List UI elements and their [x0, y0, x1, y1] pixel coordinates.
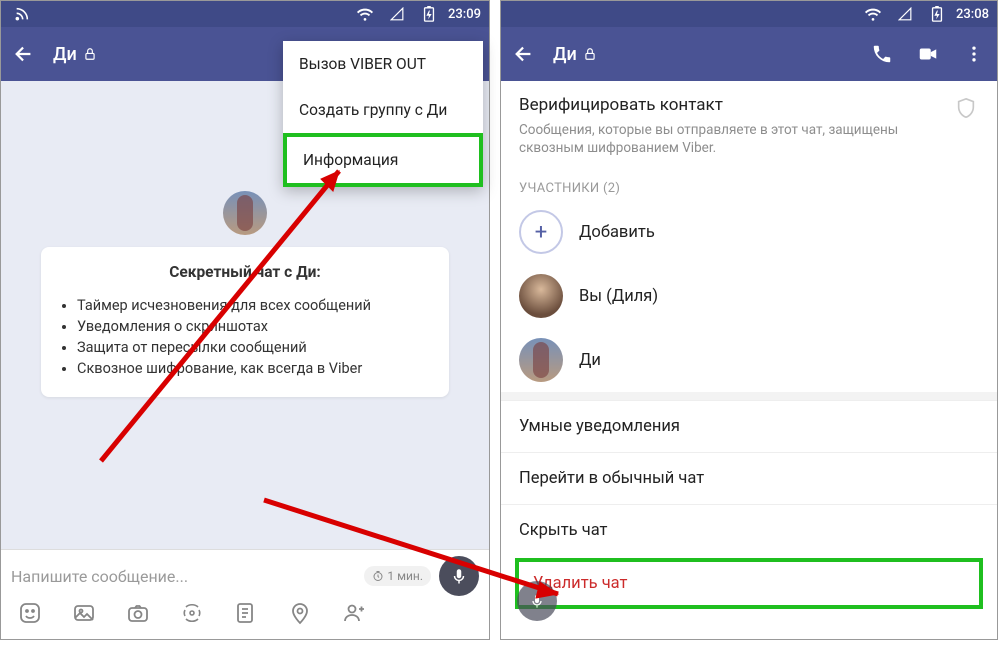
- back-icon[interactable]: [11, 41, 37, 67]
- card-title: Секретный чат с Ди:: [59, 263, 431, 281]
- statusbar: 23:08: [501, 1, 997, 27]
- doodle-icon[interactable]: [233, 600, 259, 626]
- appbar: Ди: [501, 27, 997, 81]
- gallery-icon[interactable]: [71, 600, 97, 626]
- composer-stub: [509, 581, 569, 625]
- overflow-icon[interactable]: [961, 41, 987, 67]
- battery-icon: [924, 1, 950, 27]
- wifi-icon: [860, 1, 886, 27]
- wifi-icon: [352, 1, 378, 27]
- secret-chat-card: Секретный чат с Ди: Таймер исчезновения …: [41, 247, 449, 397]
- verify-contact[interactable]: Верифицировать контакт Сообщения, которы…: [501, 81, 997, 171]
- add-participant[interactable]: + Добавить: [501, 200, 997, 264]
- signal-icon: [384, 1, 410, 27]
- hide-chat[interactable]: Скрыть чат: [501, 504, 997, 556]
- message-input[interactable]: Напишите сообщение...: [11, 567, 364, 586]
- participants-label: УЧАСТНИКИ (2): [501, 171, 997, 200]
- avatar: [519, 274, 563, 318]
- battery-icon: [416, 1, 442, 27]
- mic-button[interactable]: [517, 581, 557, 621]
- location-icon[interactable]: [287, 600, 313, 626]
- bullet: Таймер исчезновения для всех сообщений: [77, 295, 431, 316]
- statusbar: 23:09: [1, 1, 489, 27]
- smart-notifications[interactable]: Умные уведомления: [501, 400, 997, 452]
- composer-tools: [11, 596, 479, 626]
- camera-icon[interactable]: [125, 600, 151, 626]
- contact-share-icon[interactable]: [341, 600, 367, 626]
- participant-you[interactable]: Вы (Диля): [501, 264, 997, 328]
- composer: Напишите сообщение... 1 мин.: [1, 549, 489, 639]
- delete-chat[interactable]: Удалить чат: [515, 558, 983, 609]
- verify-subtitle: Сообщения, которые вы отправляете в этот…: [519, 121, 953, 157]
- back-icon[interactable]: [511, 41, 537, 67]
- menu-information[interactable]: Информация: [283, 133, 483, 187]
- menu-create-group[interactable]: Создать группу с Ди: [283, 87, 483, 133]
- call-icon[interactable]: [869, 41, 895, 67]
- verify-title: Верифицировать контакт: [519, 95, 953, 115]
- lock-icon: [83, 47, 97, 61]
- phone-left: 23:09 Ди Секретный чат с Ди: Таймер исче…: [0, 0, 490, 640]
- participant-other[interactable]: Ди: [501, 328, 997, 392]
- clock-text: 23:09: [448, 7, 481, 22]
- shield-icon: [953, 95, 979, 121]
- gif-icon[interactable]: [179, 600, 205, 626]
- mic-button[interactable]: [439, 556, 479, 596]
- chat-title[interactable]: Ди: [53, 44, 97, 65]
- video-icon[interactable]: [915, 41, 941, 67]
- to-normal-chat[interactable]: Перейти в обычный чат: [501, 452, 997, 504]
- clock-text: 23:08: [956, 7, 989, 22]
- info-body: Верифицировать контакт Сообщения, которы…: [501, 81, 997, 639]
- overflow-menu: Вызов VIBER OUT Создать группу с Ди Инфо…: [283, 41, 483, 187]
- phone-right: 23:08 Ди Верифицировать контакт Сообщени…: [500, 0, 998, 640]
- card-bullets: Таймер исчезновения для всех сообщений У…: [59, 295, 431, 379]
- lock-icon: [583, 47, 597, 61]
- sticker-icon[interactable]: [17, 600, 43, 626]
- timer-pill[interactable]: 1 мин.: [364, 566, 431, 586]
- mic-icon: [450, 567, 468, 585]
- signal-icon: [892, 1, 918, 27]
- bullet: Сквозное шифрование, как всегда в Viber: [77, 358, 431, 379]
- contact-avatar[interactable]: [223, 191, 267, 235]
- rss-icon: [9, 1, 35, 27]
- menu-viber-out[interactable]: Вызов VIBER OUT: [283, 41, 483, 87]
- bullet: Уведомления о скриншотах: [77, 316, 431, 337]
- plus-icon: +: [519, 210, 563, 254]
- avatar: [519, 338, 563, 382]
- clock-icon: [372, 570, 384, 582]
- bullet: Защита от пересылки сообщений: [77, 337, 431, 358]
- chat-title[interactable]: Ди: [553, 44, 597, 65]
